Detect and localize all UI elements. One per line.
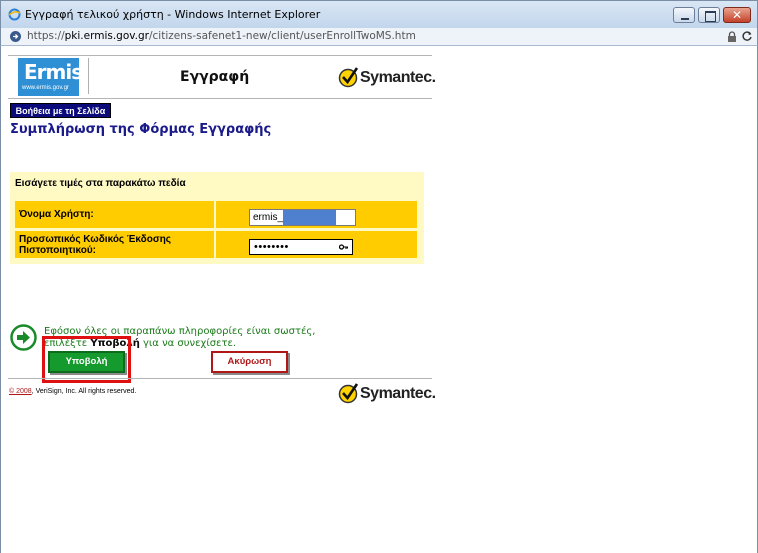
- arrow-right-icon: [10, 324, 37, 351]
- logo-divider: [88, 58, 89, 94]
- maximize-button[interactable]: [698, 7, 720, 23]
- username-label: Όνομα Χρήστη:: [15, 201, 216, 228]
- close-icon: ✕: [731, 8, 743, 22]
- symantec-check-icon: [338, 67, 359, 88]
- logo-subtext: www.ermis.gov.gr: [22, 85, 69, 91]
- header-top-divider: [8, 55, 432, 56]
- submit-highlight-box: [42, 336, 131, 383]
- symantec-logo: Symantec.: [338, 66, 436, 90]
- username-value: ermis_: [253, 212, 284, 223]
- copyright-rest: , VeriSign, Inc. All rights reserved.: [31, 388, 137, 395]
- url-prefix: https://: [27, 30, 65, 42]
- copyright-text: © 2008, VeriSign, Inc. All rights reserv…: [9, 388, 136, 395]
- minimize-button[interactable]: [673, 7, 695, 23]
- cancel-button[interactable]: Ακύρωση: [211, 351, 288, 373]
- info-line-2-suffix: για να συνεχίσετε.: [139, 338, 237, 349]
- header-bottom-divider: [8, 98, 432, 99]
- key-icon: [339, 244, 348, 250]
- url-domain: pki.ermis.gov.gr: [64, 30, 149, 42]
- copyright-year-link[interactable]: © 2008: [9, 388, 32, 395]
- username-input[interactable]: ermis_: [249, 209, 356, 226]
- ermis-logo: Ermis www.ermis.gov.gr: [18, 58, 83, 96]
- window-frame-left: [0, 46, 1, 553]
- page-icon: [10, 31, 21, 42]
- help-with-page-button[interactable]: Βοήθεια με τη Σελίδα: [10, 103, 111, 118]
- minimize-icon: [674, 8, 694, 22]
- internet-explorer-icon: [8, 8, 21, 21]
- footer-symantec-logo: Symantec.: [338, 382, 436, 406]
- symantec-wordmark: Symantec.: [360, 385, 436, 402]
- symantec-check-icon: [338, 383, 359, 404]
- password-value: ••••••••: [254, 241, 289, 253]
- redaction-block: [283, 210, 336, 225]
- window-titlebar: Εγγραφή τελικού χρήστη - Windows Interne…: [0, 0, 758, 28]
- url-path: /citizens-safenet1-new/client/userEnroll…: [149, 30, 416, 42]
- close-button[interactable]: ✕: [723, 7, 751, 23]
- page-title: Εγγραφή: [180, 69, 250, 85]
- address-bar[interactable]: https://pki.ermis.gov.gr/citizens-safene…: [0, 28, 758, 46]
- password-label: Προσωπικός Κωδικός Έκδοσης Πιστοποιητικο…: [15, 231, 216, 258]
- logo-text: Ermis: [24, 60, 83, 84]
- password-row: Προσωπικός Κωδικός Έκδοσης Πιστοποιητικο…: [15, 231, 417, 258]
- lock-icon[interactable]: [727, 31, 737, 42]
- form-heading: Συμπλήρωση της Φόρμας Εγγραφής: [10, 122, 272, 137]
- refresh-icon[interactable]: [741, 30, 753, 42]
- url-text[interactable]: https://pki.ermis.gov.gr/citizens-safene…: [27, 30, 416, 42]
- password-input[interactable]: ••••••••: [249, 239, 353, 255]
- form-instruction: Εισάγετε τιμές στα παρακάτω πεδία: [15, 178, 186, 189]
- window-title: Εγγραφή τελικού χρήστη - Windows Interne…: [25, 8, 321, 21]
- maximize-icon: [699, 8, 719, 22]
- footer-divider: [8, 378, 432, 379]
- symantec-wordmark: Symantec.: [360, 69, 436, 86]
- username-row: Όνομα Χρήστη:: [15, 201, 417, 228]
